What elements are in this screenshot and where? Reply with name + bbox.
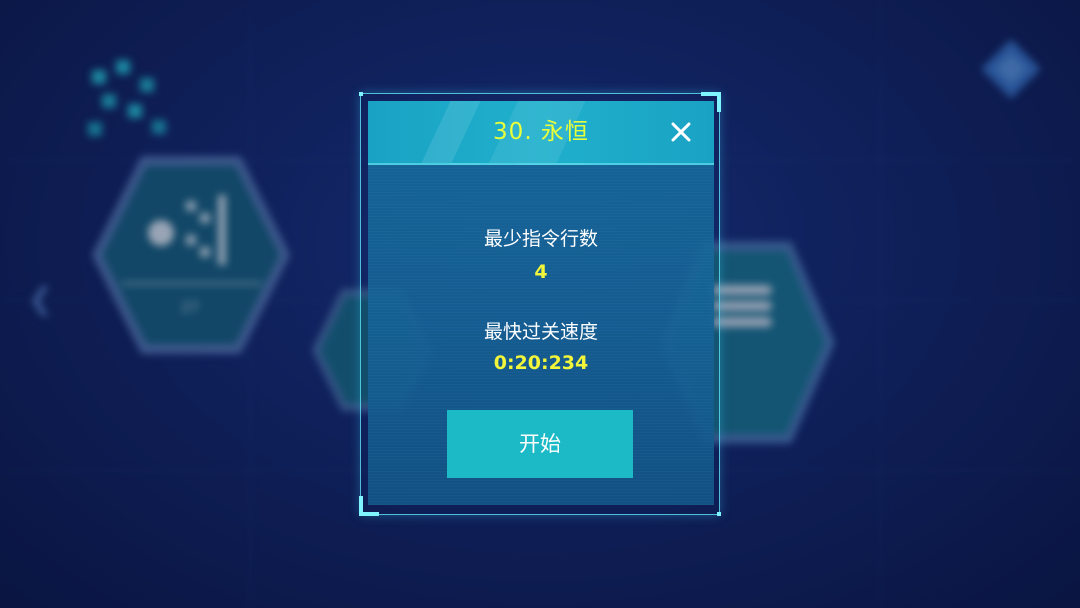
game-screen: 27 ❮ 30. 永恒 最少指令行数 4 最快过关速度 0:20:234 开始 xyxy=(0,0,1080,608)
min-instructions-label: 最少指令行数 xyxy=(483,228,598,250)
close-icon xyxy=(671,122,691,142)
fastest-time-value: 0:20:234 xyxy=(493,352,589,374)
frame-dot-top-left xyxy=(359,92,363,96)
dialog-body: 30. 永恒 最少指令行数 4 最快过关速度 0:20:234 开始 xyxy=(368,101,714,505)
level-title: 30. 永恒 xyxy=(493,119,589,145)
min-instructions-value: 4 xyxy=(534,261,548,283)
level-info-dialog: 30. 永恒 最少指令行数 4 最快过关速度 0:20:234 开始 xyxy=(359,92,721,516)
close-button[interactable] xyxy=(668,119,694,145)
frame-dot-bottom-right xyxy=(717,512,721,516)
fastest-time-label: 最快过关速度 xyxy=(483,321,598,343)
dialog-title-bar: 30. 永恒 xyxy=(368,101,714,165)
start-button[interactable]: 开始 xyxy=(447,410,633,478)
